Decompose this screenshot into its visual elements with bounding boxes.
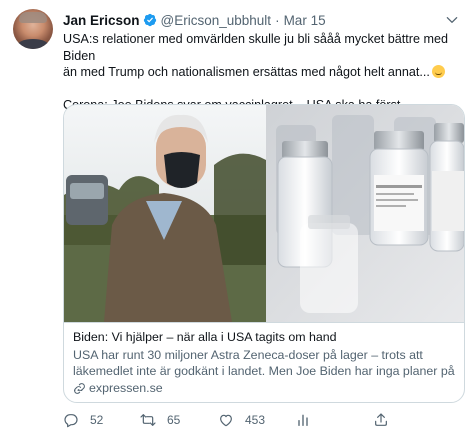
tweet-text: USA:s relationer med omvärlden skulle ju… — [63, 31, 463, 113]
like-button[interactable]: 453 — [218, 412, 265, 428]
emoji-icon — [431, 65, 445, 78]
analytics-icon — [298, 414, 308, 426]
reply-icon — [64, 414, 78, 428]
link-card-image — [64, 105, 464, 322]
link-card-domain: expressen.se — [73, 381, 163, 395]
like-count: 453 — [245, 413, 266, 427]
tweet-header: Jan Ericson @Ericson_ubbhult · Mar 15 — [63, 11, 326, 29]
link-card[interactable]: Biden: Vi hjälper – när alla i USA tagit… — [63, 104, 465, 403]
analytics-button[interactable] — [295, 412, 322, 428]
link-card-domain-text: expressen.se — [89, 381, 163, 395]
separator-dot: · — [275, 12, 280, 28]
author-handle[interactable]: @Ericson_ubbhult — [161, 13, 272, 28]
tweet-actions: 52 65 453 — [63, 412, 463, 432]
share-button[interactable] — [373, 412, 400, 428]
avatar[interactable] — [13, 9, 53, 49]
reply-button[interactable]: 52 — [63, 412, 103, 428]
share-icon — [375, 413, 387, 426]
tweet-date[interactable]: Mar 15 — [284, 13, 326, 28]
tweet[interactable]: Jan Ericson @Ericson_ubbhult · Mar 15 US… — [0, 0, 473, 438]
reply-count: 52 — [90, 413, 104, 427]
link-card-meta[interactable]: Biden: Vi hjälper – när alla i USA tagit… — [64, 322, 464, 402]
tweet-text-line: USA:s relationer med omvärlden skulle ju… — [63, 32, 448, 63]
retweet-count: 65 — [167, 413, 181, 427]
like-icon — [220, 414, 232, 427]
link-icon — [74, 382, 85, 394]
verified-badge-icon — [143, 13, 156, 27]
tweet-text-line-with-emoji: än med Trump och nationalismen ersättas … — [63, 64, 463, 81]
retweet-button[interactable]: 65 — [140, 412, 180, 428]
author-name[interactable]: Jan Ericson — [63, 13, 140, 28]
retweet-icon — [140, 414, 156, 426]
chevron-down-icon[interactable] — [445, 13, 459, 27]
link-card-title: Biden: Vi hjälper – när alla i USA tagit… — [73, 330, 337, 344]
